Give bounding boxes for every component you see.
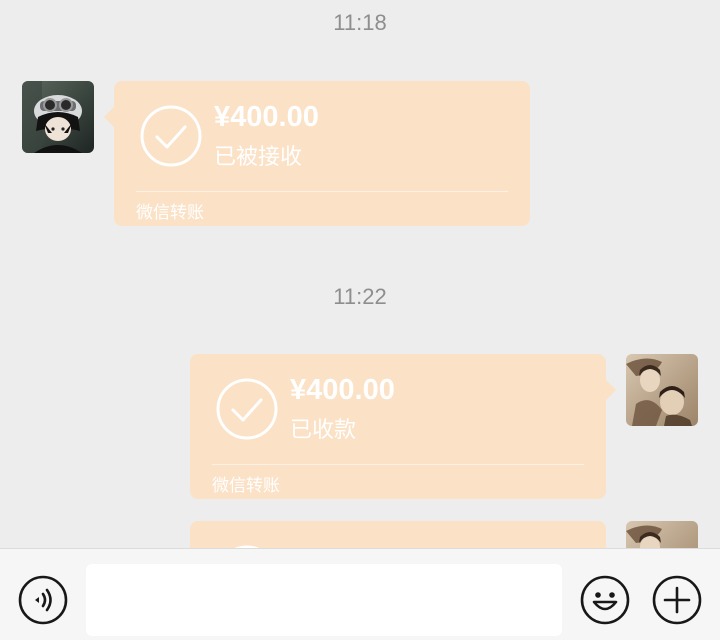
transfer-status: 已被接收 <box>214 144 303 169</box>
contact-avatar[interactable] <box>22 81 94 153</box>
transfer-bubble[interactable]: ¥400.00 已收款 微信转账 <box>190 354 616 499</box>
check-circle-icon <box>216 378 278 440</box>
input-bar <box>0 548 720 640</box>
transfer-bubble[interactable]: ¥400.00 已被接收 微信转账 <box>104 81 530 226</box>
plus-icon[interactable] <box>652 575 702 625</box>
bubble-divider <box>212 464 584 465</box>
contact-avatar-image <box>22 81 94 153</box>
transfer-amount: ¥400.00 <box>290 374 395 406</box>
chat-area[interactable]: 11:18 ¥400.00 已被接收 微信转账 11:22 ¥400.00 已收… <box>0 0 720 548</box>
my-avatar-image <box>626 521 698 548</box>
timestamp: 11:18 <box>333 10 387 35</box>
timestamp: 11:22 <box>333 284 387 309</box>
voice-icon[interactable] <box>18 575 68 625</box>
transfer-footer-label: 微信转账 <box>212 476 280 495</box>
bubble-divider <box>136 191 508 192</box>
emoji-icon[interactable] <box>580 575 630 625</box>
check-circle-icon <box>140 105 202 167</box>
message-input[interactable] <box>86 564 562 636</box>
my-avatar-image <box>626 354 698 426</box>
transfer-bubble-partial[interactable] <box>190 521 616 548</box>
transfer-amount: ¥400.00 <box>214 101 319 133</box>
transfer-status: 已收款 <box>290 417 357 442</box>
my-avatar[interactable] <box>626 354 698 426</box>
transfer-footer-label: 微信转账 <box>136 203 204 222</box>
my-avatar-partial[interactable] <box>626 521 698 548</box>
